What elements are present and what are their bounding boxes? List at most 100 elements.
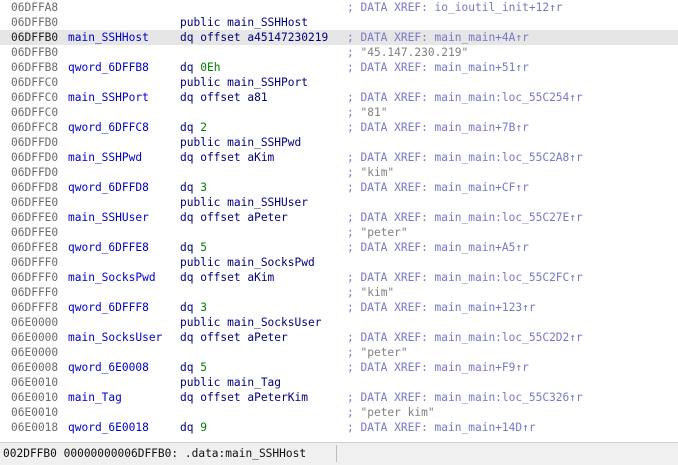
comment[interactable]: ; "peter" bbox=[347, 225, 408, 240]
comment[interactable]: ; "kim" bbox=[347, 285, 394, 300]
listing-row[interactable]: 06DFFE0 main_SSHUser dq offset aPeter ; DAT… bbox=[0, 210, 678, 225]
label-name[interactable]: qword_6DFFF8 bbox=[68, 300, 149, 315]
label-name[interactable]: main_SSHPwd bbox=[68, 150, 142, 165]
string-literal: "45.147.230.219" bbox=[360, 46, 469, 59]
address: 06DFFD0 bbox=[11, 166, 59, 179]
instruction[interactable]: dq offset aKim bbox=[180, 150, 274, 165]
comment-text: ; DATA XREF: main_main:loc_55C2D2↑r bbox=[347, 331, 583, 344]
label-name[interactable]: qword_6DFFB8 bbox=[68, 60, 149, 75]
instruction[interactable]: dq offset aPeter bbox=[180, 330, 288, 345]
comment[interactable]: ; "kim" bbox=[347, 165, 394, 180]
comment[interactable]: ; DATA XREF: main_main:loc_55C2D2↑r bbox=[347, 330, 583, 345]
instruction[interactable]: dq offset aKim bbox=[180, 270, 274, 285]
listing-row[interactable]: 06DFFB0 public main_SSHHost bbox=[0, 15, 678, 30]
comment[interactable]: ; "81" bbox=[347, 105, 387, 120]
address: 06DFFB0 bbox=[11, 31, 59, 44]
label-name[interactable]: qword_6E0008 bbox=[68, 360, 149, 375]
listing-row[interactable]: 06DFFD0 ; "kim" bbox=[0, 165, 678, 180]
listing-row[interactable]: 06DFFD0 main_SSHPwd dq offset aKim ; DATA X… bbox=[0, 150, 678, 165]
comment[interactable]: ; "45.147.230.219" bbox=[347, 45, 468, 60]
address: 06DFFE0 bbox=[11, 211, 59, 224]
comment[interactable]: ; DATA XREF: main_main:loc_55C326↑r bbox=[347, 390, 583, 405]
instruction[interactable]: dq 0Eh bbox=[180, 60, 220, 75]
instruction[interactable]: public main_SSHPwd bbox=[180, 135, 301, 150]
label-name[interactable]: main_SocksPwd bbox=[68, 270, 156, 285]
instruction[interactable]: dq 5 bbox=[180, 240, 207, 255]
label-name[interactable]: main_SSHHost bbox=[68, 30, 149, 45]
disassembly-listing[interactable]: 06DFFA8; DATA XREF: io_ioutil_init+12↑r 0… bbox=[0, 0, 678, 442]
listing-row[interactable]: 06E0000; "peter" bbox=[0, 345, 678, 360]
instruction[interactable]: dq 9 bbox=[180, 420, 207, 435]
comment[interactable]: ; DATA XREF: main_main:loc_55C254↑r bbox=[347, 90, 583, 105]
instruction[interactable]: public main_SocksPwd bbox=[180, 255, 315, 270]
instruction[interactable]: public main_SocksUser bbox=[180, 315, 321, 330]
comment[interactable]: ; DATA XREF: main_main:loc_55C2A8↑r bbox=[347, 150, 583, 165]
listing-row[interactable]: 06DFFF0 public main_SocksPwd bbox=[0, 255, 678, 270]
instruction-text: dq offset aPeter bbox=[180, 331, 288, 344]
label-name[interactable]: qword_6DFFC8 bbox=[68, 120, 149, 135]
listing-row[interactable]: 06DFFE0 public main_SSHUser bbox=[0, 195, 678, 210]
instruction[interactable]: dq 3 bbox=[180, 180, 207, 195]
listing-row[interactable]: 06DFFF0; "kim" bbox=[0, 285, 678, 300]
instruction[interactable]: dq offset aPeter bbox=[180, 210, 288, 225]
listing-row[interactable]: 06E0018 qword_6E0018 dq 9 ; DATA XREF: main… bbox=[0, 420, 678, 435]
listing-row[interactable]: 06E0000 public main_SocksUser bbox=[0, 315, 678, 330]
comment-text: ; DATA XREF: main_main+14D↑r bbox=[347, 421, 536, 434]
listing-row[interactable]: 06DFFD8 qword_6DFFD8 dq 3 ; DATA XREF: main… bbox=[0, 180, 678, 195]
listing-row[interactable]: 06DFFC0 public main_SSHPort bbox=[0, 75, 678, 90]
comment[interactable]: ; DATA XREF: main_main+123↑r bbox=[347, 300, 536, 315]
listing-row[interactable]: 06DFFC0 main_SSHPort dq offset a81 ; DATA X… bbox=[0, 90, 678, 105]
comment[interactable]: ; DATA XREF: main_main+F9↑r bbox=[347, 360, 529, 375]
comment[interactable]: ; DATA XREF: main_main+4A↑r bbox=[347, 30, 529, 45]
listing-row[interactable]: 06DFFD0 public main_SSHPwd bbox=[0, 135, 678, 150]
listing-row[interactable]: 06E0008 qword_6E0008 dq 5 ; DATA XREF: main… bbox=[0, 360, 678, 375]
listing-row[interactable]: 06DFFC0; "81" bbox=[0, 105, 678, 120]
instruction[interactable]: dq 5 bbox=[180, 360, 207, 375]
comment[interactable]: ; DATA XREF: main_main+CF↑r bbox=[347, 180, 529, 195]
instruction[interactable]: public main_SSHHost bbox=[180, 15, 308, 30]
comment[interactable]: ; DATA XREF: main_main:loc_55C2FC↑r bbox=[347, 270, 583, 285]
listing-row[interactable]: 06DFFE0; "peter" bbox=[0, 225, 678, 240]
instruction[interactable]: dq 3 bbox=[180, 300, 207, 315]
numeric-operand: 3 bbox=[200, 181, 207, 194]
comment[interactable]: ; DATA XREF: io_ioutil_init+12↑r bbox=[347, 0, 563, 15]
instruction[interactable]: dq 2 bbox=[180, 120, 207, 135]
comment[interactable]: ; DATA XREF: main_main:loc_55C27E↑r bbox=[347, 210, 583, 225]
comment[interactable]: ; DATA XREF: main_main+14D↑r bbox=[347, 420, 536, 435]
instruction-text: dq bbox=[180, 121, 201, 134]
instruction[interactable]: public main_SSHUser bbox=[180, 195, 308, 210]
listing-row[interactable]: 06DFFF0 main_SocksPwd dq offset aKim ; DATA… bbox=[0, 270, 678, 285]
label-name[interactable]: qword_6DFFE8 bbox=[68, 240, 149, 255]
label-name[interactable]: qword_6DFFD8 bbox=[68, 180, 149, 195]
label-name[interactable]: main_SSHUser bbox=[68, 210, 149, 225]
comment[interactable]: ; "peter" bbox=[347, 345, 408, 360]
label-name[interactable]: main_SocksUser bbox=[68, 330, 162, 345]
instruction[interactable]: dq offset aPeterKim bbox=[180, 390, 308, 405]
address: 06DFFC0 bbox=[11, 76, 59, 89]
listing-row[interactable]: 06DFFE8 qword_6DFFE8 dq 5 ; DATA XREF: main… bbox=[0, 240, 678, 255]
instruction-text: dq offset a81 bbox=[180, 91, 268, 104]
listing-row[interactable]: 06E0010 public main_Tag bbox=[0, 375, 678, 390]
listing-row[interactable]: 06E0000 main_SocksUser dq offset aPeter ; D… bbox=[0, 330, 678, 345]
label-name[interactable]: qword_6E0018 bbox=[68, 420, 149, 435]
comment[interactable]: ; "peter kim" bbox=[347, 405, 435, 420]
listing-row[interactable]: 06E0010; "peter kim" bbox=[0, 405, 678, 420]
label-name[interactable]: main_Tag bbox=[68, 390, 122, 405]
comment-text: ; bbox=[347, 226, 361, 239]
string-literal: "kim" bbox=[360, 286, 395, 299]
listing-row[interactable]: 06DFFB0; "45.147.230.219" bbox=[0, 45, 678, 60]
listing-row[interactable]: 06DFFF8 qword_6DFFF8 dq 3 ; DATA XREF: main… bbox=[0, 300, 678, 315]
listing-row[interactable]: 06E0010 main_Tag dq offset aPeterKim ; DATA… bbox=[0, 390, 678, 405]
comment[interactable]: ; DATA XREF: main_main+A5↑r bbox=[347, 240, 529, 255]
listing-row[interactable]: 06DFFA8 ; DATA XREF: io_ioutil_init+12↑r bbox=[0, 0, 678, 15]
comment[interactable]: ; DATA XREF: main_main+51↑r bbox=[347, 60, 529, 75]
listing-row[interactable]: 06DFFC8 qword_6DFFC8 dq 2 ; DATA XREF: main… bbox=[0, 120, 678, 135]
instruction[interactable]: dq offset a81 bbox=[180, 90, 268, 105]
label-name[interactable]: main_SSHPort bbox=[68, 90, 149, 105]
comment[interactable]: ; DATA XREF: main_main+7B↑r bbox=[347, 120, 529, 135]
instruction[interactable]: public main_SSHPort bbox=[180, 75, 308, 90]
listing-row[interactable]: 06DFFB8 qword_6DFFB8 dq 0Eh ; DATA XREF: ma… bbox=[0, 60, 678, 75]
instruction[interactable]: dq offset a45147230219 bbox=[180, 30, 328, 45]
listing-row-selected[interactable]: 06DFFB0 main_SSHHost dq offset a4514723021… bbox=[0, 30, 678, 45]
instruction[interactable]: public main_Tag bbox=[180, 375, 281, 390]
